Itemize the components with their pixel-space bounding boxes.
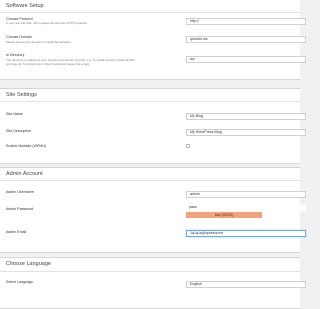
site-settings-panel: Site Settings Site Name My Blog Site Des… <box>0 88 306 164</box>
site-description-label: Site Description <box>6 129 32 133</box>
protocol-hint: If your site has SSL, then please choose… <box>6 21 88 25</box>
domain-label: Choose Domain <box>6 35 32 39</box>
protocol-select[interactable]: http:// <box>186 18 306 25</box>
language-panel: Choose Language Select Language English <box>0 257 306 309</box>
directory-input[interactable]: wp <box>186 56 306 63</box>
divider <box>0 271 300 272</box>
admin-account-panel: Admin Account Admin Username admin Admin… <box>0 167 306 253</box>
domain-hint: Please choose the domain to install the … <box>6 40 72 44</box>
site-settings-title: Site Settings <box>6 92 37 98</box>
admin-password-label: Admin Password <box>6 207 33 211</box>
divider <box>0 180 300 181</box>
software-setup-title: Software Setup <box>6 3 44 9</box>
divider <box>0 101 300 102</box>
directory-hint-line-2: just type dir. To install only in http:/… <box>6 62 91 66</box>
site-name-input[interactable]: My Blog <box>186 113 306 120</box>
language-label: Select Language <box>6 280 33 284</box>
multisite-label: Enable Multisite (WPMU) <box>6 144 47 148</box>
admin-email-input[interactable]: 1q1q1q@qureshi.me <box>186 230 306 237</box>
site-name-label: Site Name <box>6 112 23 116</box>
admin-email-label: Admin Email <box>6 230 27 234</box>
language-title: Choose Language <box>6 261 51 267</box>
directory-label: In Directory <box>6 53 25 57</box>
admin-account-title: Admin Account <box>6 171 43 177</box>
admin-username-input[interactable]: admin <box>186 191 306 198</box>
software-setup-panel: Software Setup Choose Protocol If your s… <box>0 0 306 80</box>
admin-password-input[interactable]: pass <box>186 205 306 211</box>
admin-username-label: Admin Username <box>6 190 34 194</box>
multisite-checkbox[interactable] <box>186 144 190 148</box>
site-description-input[interactable]: My WordPress Blog <box>186 129 306 136</box>
language-select[interactable]: English <box>186 281 306 288</box>
domain-select[interactable]: qureshi.me <box>186 36 306 43</box>
password-strength-bar: Bad (19/100) <box>186 212 262 218</box>
divider <box>0 12 300 13</box>
